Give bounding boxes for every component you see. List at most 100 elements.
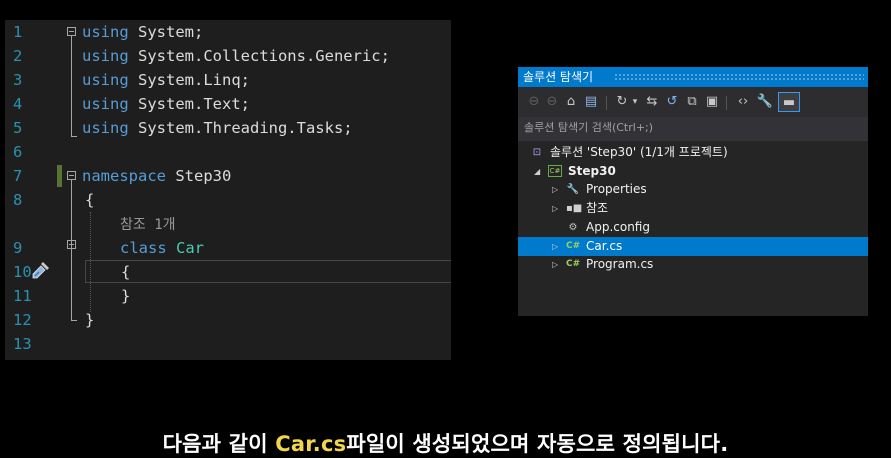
- code-token: }: [85, 311, 95, 329]
- forward-icon[interactable]: ⊖: [544, 92, 560, 112]
- back-icon[interactable]: ⊖: [526, 92, 542, 112]
- code-line[interactable]: 6: [5, 140, 451, 164]
- preview-icon[interactable]: ▬: [778, 92, 800, 112]
- line-number: 13: [13, 335, 32, 353]
- search-placeholder: 솔루션 탐색기 검색(Ctrl+;): [524, 121, 654, 134]
- code-token: Step30: [166, 167, 232, 185]
- references-icon: ▪■: [566, 203, 583, 215]
- code-text: {: [85, 188, 94, 212]
- toolbar-separator: [606, 96, 610, 110]
- tree-item-label: Step30: [568, 163, 616, 178]
- expanded-arrow-icon[interactable]: ◢: [534, 162, 540, 181]
- code-line[interactable]: 13: [5, 332, 451, 356]
- code-token: System;: [128, 23, 204, 41]
- code-line[interactable]: 7 namespace Step30: [5, 164, 451, 188]
- collapsed-arrow-icon[interactable]: ▷: [552, 255, 558, 274]
- code-text: }: [85, 308, 94, 332]
- code-line[interactable]: 11}: [5, 284, 451, 308]
- line-number: 10: [13, 263, 32, 281]
- line-number: 3: [13, 71, 23, 89]
- chevron-down-icon[interactable]: ▾: [630, 92, 640, 112]
- subtitle-text: 다음과 같이: [162, 432, 276, 456]
- tree-item[interactable]: ⚙ App.config: [518, 218, 868, 237]
- line-number: 6: [13, 143, 23, 161]
- code-token: System.Text;: [128, 95, 250, 113]
- line-number: 2: [13, 47, 23, 65]
- code-token: System.Linq;: [128, 71, 250, 89]
- solution-explorer: 솔루션 탐색기 ⊖ ⊖ ⌂ ▤ ↻ ▾ ⇆ ↺ ⧉ ▣ ‹› 🔧 ▬ 솔루션 탐…: [518, 67, 868, 316]
- tree-item-label: Properties: [586, 182, 647, 197]
- code-line[interactable]: 4 using System.Text;: [5, 92, 451, 116]
- keyword-token: using: [82, 119, 129, 137]
- config-file-icon: ⚙: [568, 221, 578, 233]
- keyword-token: using: [82, 23, 129, 41]
- code-token: {: [121, 263, 131, 281]
- tree-item[interactable]: ▷ C# Program.cs: [518, 255, 868, 274]
- solution-explorer-title: 솔루션 탐색기: [523, 70, 594, 84]
- keyword-token: using: [82, 47, 129, 65]
- code-text: using System;: [82, 20, 203, 44]
- code-text: }: [121, 284, 130, 308]
- tree-item[interactable]: ◢ C# Step30: [518, 162, 868, 181]
- properties-icon[interactable]: 🔧: [756, 92, 774, 112]
- keyword-token: using: [82, 71, 129, 89]
- csharp-project-icon: C#: [548, 164, 562, 177]
- line-number: 9: [13, 239, 23, 257]
- collapse-all-icon[interactable]: ⧉: [684, 92, 700, 112]
- line-number: 8: [13, 191, 23, 209]
- sync-icon[interactable]: ⇆: [644, 92, 660, 112]
- code-line[interactable]: 2 using System.Collections.Generic;: [5, 44, 451, 68]
- code-text: class Car: [120, 236, 204, 260]
- line-number: 5: [13, 119, 23, 137]
- line-number: 12: [13, 311, 32, 329]
- refresh-icon[interactable]: ↺: [664, 92, 680, 112]
- code-token: System.Threading.Tasks;: [128, 119, 353, 137]
- type-token: Car: [176, 239, 205, 257]
- tree-item-label: 참조: [586, 201, 609, 216]
- subtitle-highlight: Car.cs: [275, 432, 347, 456]
- code-line[interactable]: 8{: [5, 188, 451, 212]
- collapsed-arrow-icon[interactable]: ▷: [552, 237, 558, 256]
- switch-views-icon[interactable]: ▤: [582, 92, 600, 112]
- code-line[interactable]: 10 {: [5, 260, 451, 284]
- csharp-file-icon: C#: [566, 259, 581, 270]
- tree-item[interactable]: ▷ C# Car.cs: [518, 236, 868, 256]
- code-line[interactable]: 12}: [5, 308, 451, 332]
- code-text: using System.Text;: [82, 92, 250, 116]
- codelens-references[interactable]: 참조 1개: [120, 213, 176, 237]
- tree-item[interactable]: ▷ 🔧 Properties: [518, 180, 868, 199]
- tree-item-label: App.config: [586, 219, 650, 234]
- view-code-icon[interactable]: ‹›: [734, 92, 752, 112]
- title-grip: [614, 73, 864, 81]
- code-text: using System.Collections.Generic;: [82, 44, 390, 68]
- pending-changes-icon[interactable]: ↻: [614, 92, 630, 112]
- tree-item-label: 솔루션 'Step30' (1/1개 프로젝트): [550, 145, 728, 159]
- solution-explorer-title-bar[interactable]: 솔루션 탐색기: [518, 67, 868, 87]
- wrench-icon: 🔧: [566, 184, 580, 196]
- collapsed-arrow-icon[interactable]: ▷: [552, 199, 558, 218]
- code-line[interactable]: 3 using System.Linq;: [5, 68, 451, 92]
- csharp-file-icon: C#: [566, 240, 581, 251]
- code-line[interactable]: 1 using System;: [5, 20, 451, 44]
- solution-icon: ⊡: [532, 147, 542, 158]
- line-number: 11: [13, 287, 32, 305]
- video-subtitle: 다음과 같이 Car.cs파일이 생성되었으며 자동으로 정의됩니다.: [0, 428, 891, 458]
- tree-item[interactable]: ▷ ▪■ 참조: [518, 199, 868, 218]
- subtitle-text: 파일이 생성되었으며 자동으로 정의됩니다.: [346, 432, 729, 456]
- code-token: }: [121, 287, 131, 305]
- show-all-files-icon[interactable]: ▣: [704, 92, 720, 112]
- tree-item[interactable]: ⊡ 솔루션 'Step30' (1/1개 프로젝트): [518, 143, 868, 162]
- tree-item-label: Car.cs: [586, 238, 623, 253]
- code-line[interactable]: 5 using System.Threading.Tasks;: [5, 116, 451, 140]
- code-token: 참조 1개: [120, 217, 176, 233]
- keyword-token: class: [120, 239, 167, 257]
- home-icon[interactable]: ⌂: [562, 92, 580, 112]
- solution-explorer-toolbar: ⊖ ⊖ ⌂ ▤ ↻ ▾ ⇆ ↺ ⧉ ▣ ‹› 🔧 ▬: [518, 87, 868, 117]
- code-line[interactable]: 9 class Car: [5, 236, 451, 260]
- code-line[interactable]: 참조 1개: [5, 213, 451, 237]
- collapsed-arrow-icon[interactable]: ▷: [552, 180, 558, 199]
- solution-explorer-search[interactable]: 솔루션 탐색기 검색(Ctrl+;): [518, 117, 868, 141]
- code-editor[interactable]: 1 using System; 2 using System.Collections.…: [5, 20, 451, 360]
- toolbar-separator: [726, 96, 730, 110]
